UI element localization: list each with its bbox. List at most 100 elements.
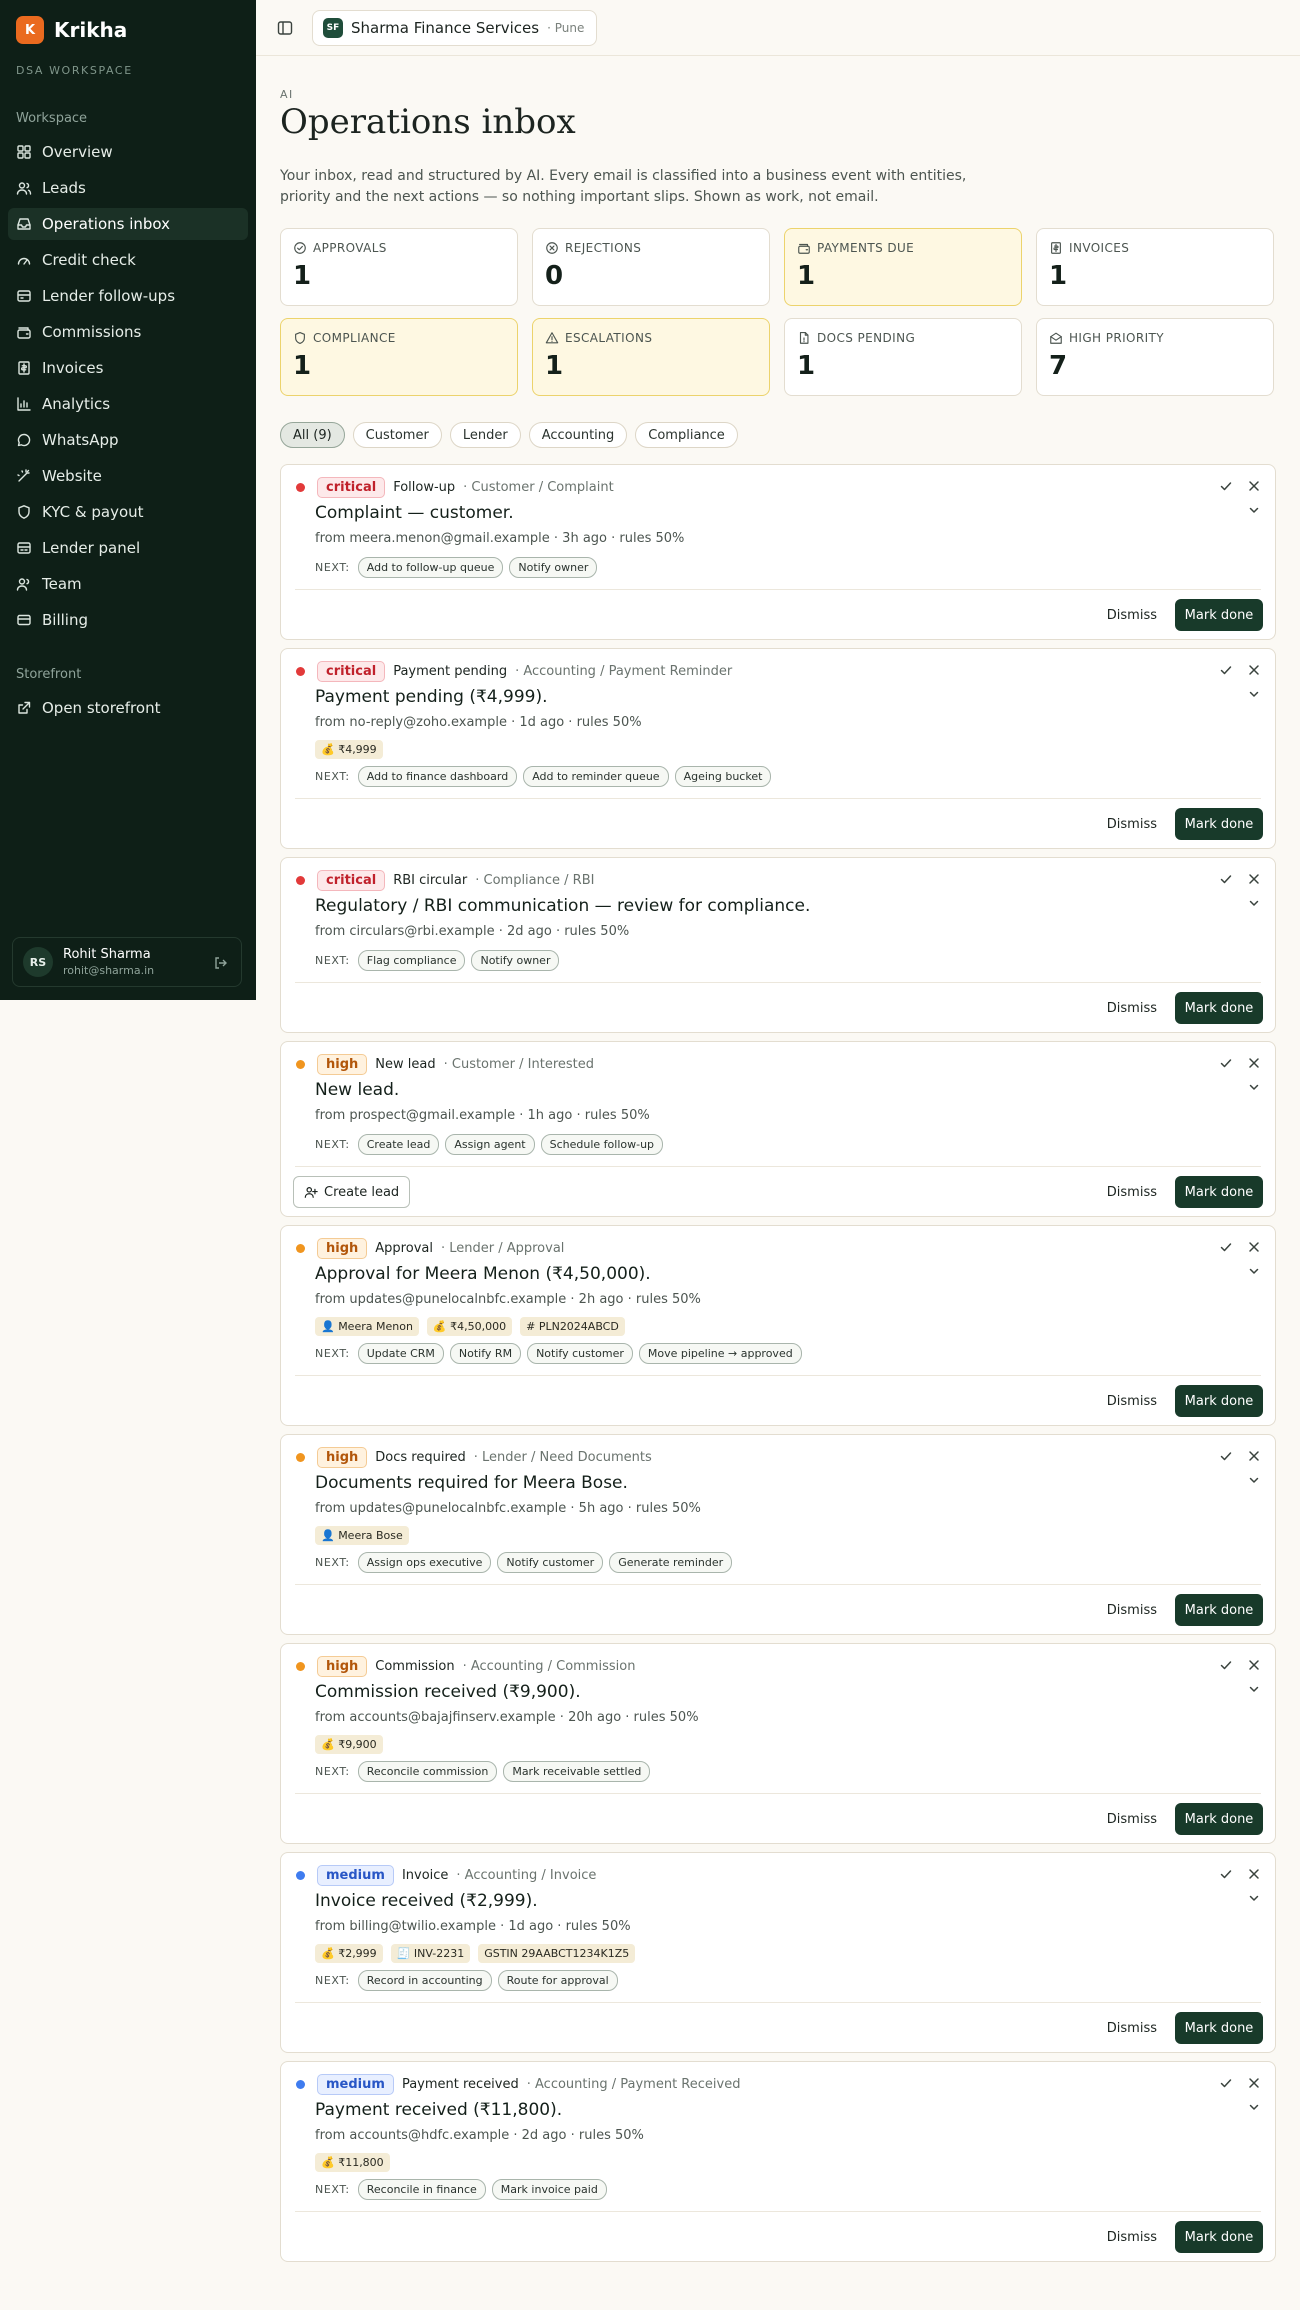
dismiss-button[interactable]: Dismiss [1107,2012,1157,2044]
next-action-pill[interactable]: Schedule follow-up [540,1134,664,1155]
dismiss-button[interactable]: Dismiss [1107,1385,1157,1417]
inbox-card[interactable]: critical Payment pending · Accounting / Pa… [280,648,1276,849]
inbox-card[interactable]: medium Invoice · Accounting / Invoice Invoi… [280,1852,1276,2053]
inbox-card[interactable]: high Commission · Accounting / Commission C… [280,1643,1276,1844]
mark-done-button[interactable]: Mark done [1175,599,1263,631]
next-action-pill[interactable]: Update CRM [357,1343,444,1364]
dismiss-button[interactable]: Dismiss [1107,599,1157,631]
sidebar-item-operations-inbox[interactable]: Operations inbox [8,208,248,240]
mark-done-button[interactable]: Mark done [1175,2221,1263,2253]
chevron-down-icon[interactable] [1247,2100,1261,2114]
filter-customer[interactable]: Customer [352,422,442,448]
next-action-pill[interactable]: Notify owner [471,950,560,971]
filter-all-9[interactable]: All (9) [280,422,345,448]
next-action-pill[interactable]: Create lead [357,1134,440,1155]
dismiss-button[interactable]: Dismiss [1107,2221,1157,2253]
close-icon[interactable] [1247,1867,1261,1881]
next-action-pill[interactable]: Route for approval [497,1970,618,1991]
stat-card-docs-pending[interactable]: DOCS PENDING 1 [784,318,1022,396]
dismiss-button[interactable]: Dismiss [1107,992,1157,1024]
next-action-pill[interactable]: Add to follow-up queue [357,557,504,578]
dismiss-button[interactable]: Dismiss [1107,1803,1157,1835]
next-action-pill[interactable]: Add to reminder queue [523,766,669,787]
chevron-down-icon[interactable] [1247,896,1261,910]
sidebar-item-team[interactable]: Team [8,568,248,600]
sidebar-item-overview[interactable]: Overview [8,136,248,168]
stat-card-payments-due[interactable]: PAYMENTS DUE 1 [784,228,1022,306]
mark-done-button[interactable]: Mark done [1175,2012,1263,2044]
close-icon[interactable] [1247,663,1261,677]
next-action-pill[interactable]: Notify RM [449,1343,522,1364]
next-action-pill[interactable]: Notify owner [509,557,598,578]
filter-lender[interactable]: Lender [449,422,521,448]
mark-done-button[interactable]: Mark done [1175,808,1263,840]
mark-done-button[interactable]: Mark done [1175,1594,1263,1626]
stat-card-high-priority[interactable]: HIGH PRIORITY 7 [1036,318,1274,396]
inbox-card[interactable]: critical RBI circular · Compliance / RBI Re… [280,857,1276,1033]
stat-card-escalations[interactable]: ESCALATIONS 1 [532,318,770,396]
sidebar-item-open-storefront[interactable]: Open storefront [8,692,248,724]
inbox-card[interactable]: high Approval · Lender / Approval Approval … [280,1225,1276,1426]
sidebar-item-whatsapp[interactable]: WhatsApp [8,424,248,456]
filter-accounting[interactable]: Accounting [528,422,628,448]
approve-check-icon[interactable] [1219,1449,1233,1463]
next-action-pill[interactable]: Flag compliance [357,950,466,971]
sidebar-item-leads[interactable]: Leads [8,172,248,204]
sidebar-item-credit-check[interactable]: Credit check [8,244,248,276]
chevron-down-icon[interactable] [1247,1891,1261,1905]
sidebar-item-billing[interactable]: Billing [8,604,248,636]
next-action-pill[interactable]: Mark invoice paid [491,2179,607,2200]
create-lead-button[interactable]: Create lead [293,1176,411,1208]
approve-check-icon[interactable] [1219,1867,1233,1881]
approve-check-icon[interactable] [1219,663,1233,677]
next-action-pill[interactable]: Notify customer [527,1343,633,1364]
org-switcher[interactable]: SF Sharma Finance Services · Pune [312,10,598,46]
next-action-pill[interactable]: Move pipeline → approved [638,1343,802,1364]
stat-card-approvals[interactable]: APPROVALS 1 [280,228,518,306]
chevron-down-icon[interactable] [1247,687,1261,701]
mark-done-button[interactable]: Mark done [1175,1385,1263,1417]
chevron-down-icon[interactable] [1247,1080,1261,1094]
next-action-pill[interactable]: Assign ops executive [357,1552,492,1573]
mark-done-button[interactable]: Mark done [1175,1803,1263,1835]
stat-card-rejections[interactable]: REJECTIONS 0 [532,228,770,306]
user-menu[interactable]: RS Rohit Sharma rohit@sharma.in [12,937,242,987]
approve-check-icon[interactable] [1219,2076,1233,2090]
sidebar-item-lender-panel[interactable]: Lender panel [8,532,248,564]
next-action-pill[interactable]: Reconcile commission [357,1761,498,1782]
next-action-pill[interactable]: Generate reminder [609,1552,733,1573]
approve-check-icon[interactable] [1219,872,1233,886]
inbox-card[interactable]: high Docs required · Lender / Need Documen… [280,1434,1276,1635]
chevron-down-icon[interactable] [1247,503,1261,517]
next-action-pill[interactable]: Notify customer [497,1552,604,1573]
mark-done-button[interactable]: Mark done [1175,1176,1263,1208]
close-icon[interactable] [1247,1658,1261,1672]
inbox-card[interactable]: critical Follow-up · Customer / Complaint C… [280,464,1276,640]
approve-check-icon[interactable] [1219,1240,1233,1254]
mark-done-button[interactable]: Mark done [1175,992,1263,1024]
chevron-down-icon[interactable] [1247,1473,1261,1487]
approve-check-icon[interactable] [1219,1056,1233,1070]
close-icon[interactable] [1247,1449,1261,1463]
stat-card-compliance[interactable]: COMPLIANCE 1 [280,318,518,396]
logout-icon[interactable] [213,955,229,971]
close-icon[interactable] [1247,1240,1261,1254]
next-action-pill[interactable]: Assign agent [445,1134,535,1155]
sidebar-toggle-icon[interactable] [276,19,294,37]
sidebar-item-analytics[interactable]: Analytics [8,388,248,420]
brand[interactable]: K Krikha [16,16,127,44]
approve-check-icon[interactable] [1219,1658,1233,1672]
approve-check-icon[interactable] [1219,479,1233,493]
inbox-card[interactable]: medium Payment received · Accounting / Pay… [280,2061,1276,2262]
close-icon[interactable] [1247,479,1261,493]
next-action-pill[interactable]: Record in accounting [357,1970,492,1991]
next-action-pill[interactable]: Mark receivable settled [503,1761,651,1782]
sidebar-item-lender-follow-ups[interactable]: Lender follow-ups [8,280,248,312]
dismiss-button[interactable]: Dismiss [1107,1176,1157,1208]
inbox-card[interactable]: high New lead · Customer / Interested New l… [280,1041,1276,1217]
chevron-down-icon[interactable] [1247,1264,1261,1278]
filter-compliance[interactable]: Compliance [635,422,738,448]
sidebar-item-website[interactable]: Website [8,460,248,492]
dismiss-button[interactable]: Dismiss [1107,808,1157,840]
sidebar-item-kyc-payout[interactable]: KYC & payout [8,496,248,528]
